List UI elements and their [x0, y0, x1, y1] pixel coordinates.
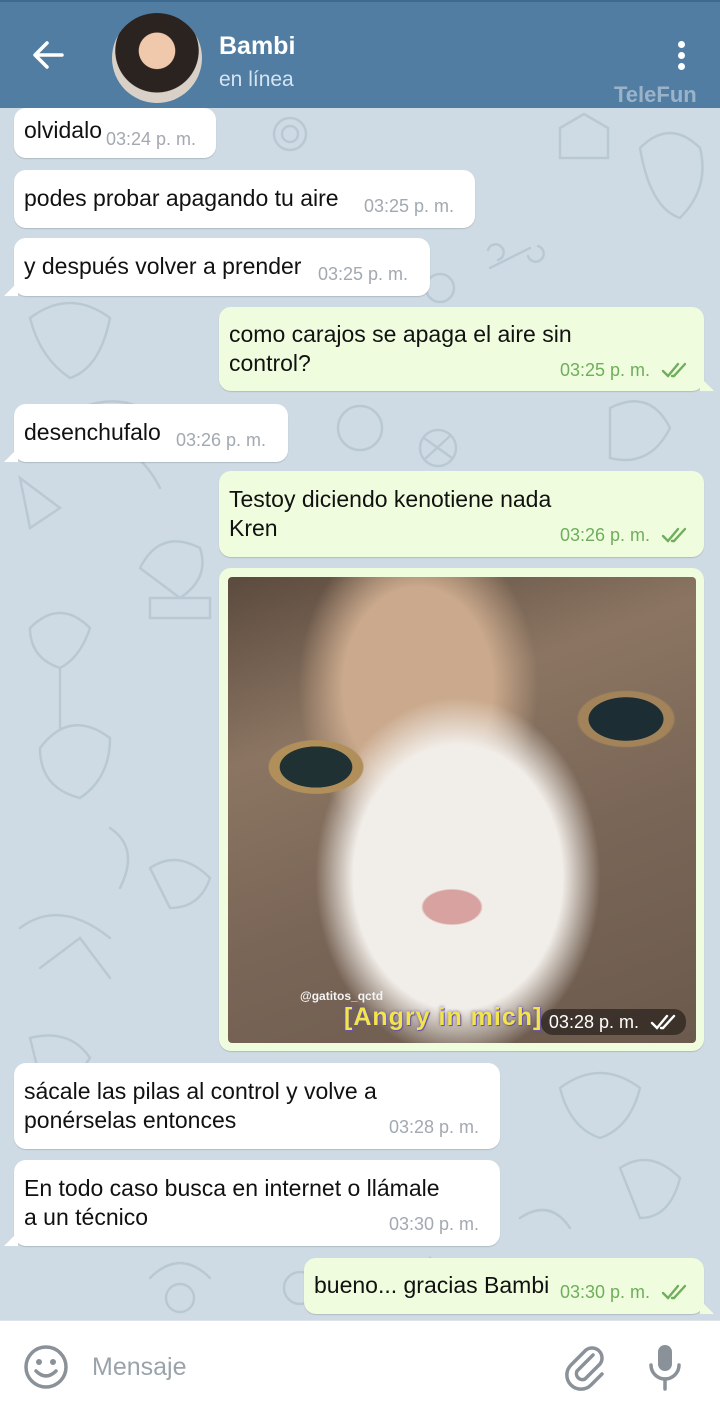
message-outgoing-photo[interactable]: @gatitos_qctd [Angry in mich] 03:28 p. m…: [219, 568, 704, 1051]
avatar[interactable]: [112, 13, 202, 103]
message-outgoing[interactable]: Testoy diciendo kenotiene nada Kren 03:2…: [219, 471, 704, 557]
cat-photo[interactable]: @gatitos_qctd [Angry in mich] 03:28 p. m…: [228, 577, 696, 1043]
chat-status: en línea: [219, 68, 294, 91]
watermark: TeleFun: [614, 82, 697, 107]
message-text-line1: como carajos se apaga el aire sin: [229, 321, 572, 347]
smiley-icon: [24, 1345, 68, 1389]
message-text-line1: En todo caso busca en internet o llámale: [24, 1175, 440, 1201]
message-time: 03:30 p. m.: [560, 1278, 689, 1307]
message-text: y después volver a prender: [24, 253, 302, 279]
message-time: 03:25 p. m.: [560, 356, 689, 385]
chat-area[interactable]: olvidalo 03:24 p. m. podes probar apagan…: [0, 108, 720, 1320]
message-incoming[interactable]: y después volver a prender 03:25 p. m.: [4, 238, 430, 296]
message-time-text: 03:26 p. m.: [560, 525, 651, 545]
message-time: 03:26 p. m.: [560, 521, 689, 550]
chat-title[interactable]: Bambi: [219, 32, 295, 61]
message-text-line2: Kren: [229, 515, 278, 541]
message-outgoing[interactable]: bueno... gracias Bambi 03:30 p. m.: [304, 1258, 714, 1314]
message-incoming[interactable]: En todo caso busca en internet o llámale…: [4, 1160, 500, 1246]
message-time-text: 03:25 p. m.: [560, 360, 651, 380]
bubble-tail: [4, 448, 18, 462]
microphone-icon: [649, 1345, 681, 1391]
paperclip-icon: [565, 1346, 604, 1391]
message-incoming[interactable]: sácale las pilas al control y volve a po…: [14, 1063, 500, 1149]
emoji-button[interactable]: [22, 1343, 70, 1391]
message-text-line1: Testoy diciendo kenotiene nada: [229, 486, 552, 512]
photo-caption-text: [Angry in mich]: [344, 1003, 543, 1031]
message-time: 03:28 p. m.: [540, 1009, 686, 1035]
double-check-icon: [661, 528, 687, 544]
message-time-text: 03:28 p. m.: [548, 1012, 639, 1032]
message-text-line2: ponérselas entonces: [24, 1107, 237, 1133]
message-text: bueno... gracias Bambi: [314, 1272, 550, 1298]
bubble-tail: [4, 282, 18, 296]
bubble-tail: [700, 377, 714, 391]
attach-button[interactable]: [562, 1343, 610, 1391]
message-text-line1: sácale las pilas al control y volve a: [24, 1078, 377, 1104]
message-time: 03:26 p. m.: [176, 430, 267, 450]
message-time: 03:30 p. m.: [389, 1214, 480, 1234]
double-check-icon: [661, 363, 687, 379]
message-text-line2: control?: [229, 350, 311, 376]
message-time: 03:25 p. m.: [318, 264, 409, 284]
arrow-left-icon: [33, 41, 64, 69]
message-time: 03:25 p. m.: [364, 196, 455, 216]
chat-header: Bambi en línea TeleFun: [0, 0, 720, 108]
message-incoming[interactable]: podes probar apagando tu aire 03:25 p. m…: [14, 170, 475, 228]
double-check-icon: [650, 1015, 676, 1031]
photo-caption-handle: @gatitos_qctd: [300, 989, 384, 1003]
bubble-tail: [4, 1232, 18, 1246]
message-text-line2: a un técnico: [24, 1204, 149, 1230]
more-vertical-icon: [664, 41, 698, 70]
message-outgoing[interactable]: como carajos se apaga el aire sin contro…: [219, 307, 714, 391]
message-time: 03:24 p. m.: [106, 129, 197, 149]
message-text: podes probar apagando tu aire: [24, 185, 339, 211]
message-time-text: 03:30 p. m.: [560, 1282, 651, 1302]
message-text: olvidalo: [24, 117, 102, 143]
back-button[interactable]: [26, 32, 72, 78]
message-input[interactable]: [92, 1347, 532, 1387]
more-menu-button[interactable]: [664, 38, 698, 76]
microphone-button[interactable]: [643, 1341, 687, 1393]
message-time: 03:28 p. m.: [389, 1117, 480, 1137]
message-text: desenchufalo: [24, 419, 161, 445]
bubble-tail: [700, 1300, 714, 1314]
message-incoming[interactable]: desenchufalo 03:26 p. m.: [4, 404, 288, 462]
message-incoming[interactable]: olvidalo 03:24 p. m.: [14, 108, 216, 158]
message-input-bar: [0, 1320, 720, 1413]
double-check-icon: [661, 1285, 687, 1301]
